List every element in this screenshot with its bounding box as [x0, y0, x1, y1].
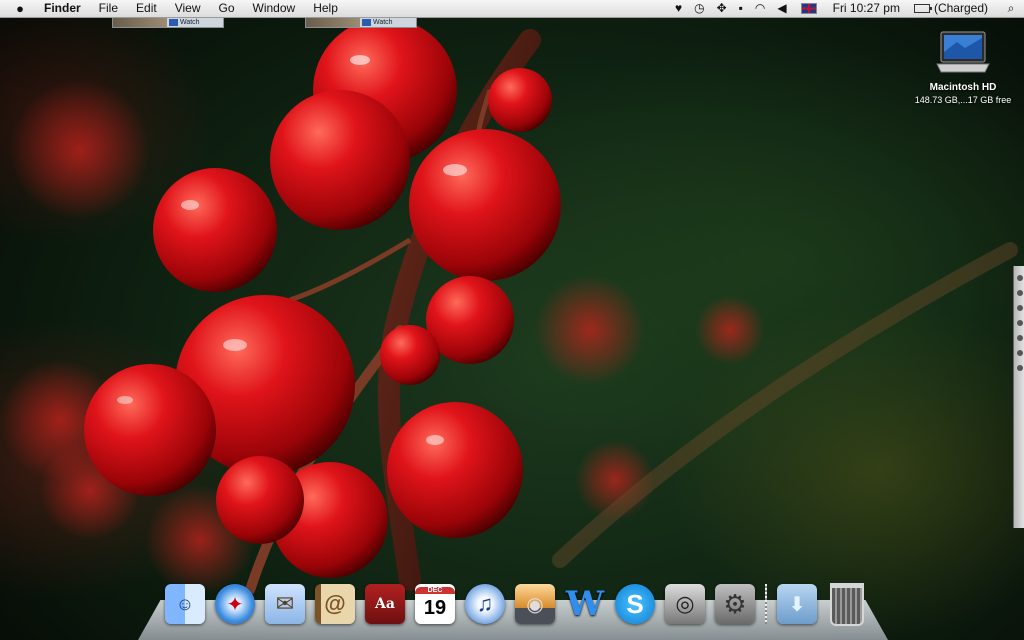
address-book-icon: @: [315, 584, 355, 624]
thumbnail-image: [113, 18, 167, 27]
camera-icon: ◎: [665, 584, 705, 624]
offscreen-panel[interactable]: [1013, 266, 1024, 528]
dock-iphoto[interactable]: ◉: [511, 580, 559, 628]
drive-info: 148.73 GB,...17 GB free: [914, 95, 1012, 105]
panel-dot: [1016, 275, 1023, 281]
window-thumbnail[interactable]: Watch: [112, 17, 224, 28]
ical-day: 19: [423, 596, 447, 619]
dock-mail[interactable]: ✉: [261, 580, 309, 628]
uk-flag-icon[interactable]: [800, 3, 817, 14]
thumbnail-label: Watch: [373, 19, 393, 26]
desktop: ● Finder File Edit View Go Window Help ♥…: [0, 0, 1024, 640]
menu-window[interactable]: Window: [244, 0, 305, 17]
itunes-icon: ♫: [465, 584, 505, 624]
apple-icon[interactable]: ●: [0, 0, 40, 17]
dock-address-book[interactable]: @: [311, 580, 359, 628]
menu-app-name[interactable]: Finder: [40, 0, 90, 17]
macintosh-hd-drive[interactable]: Macintosh HD 148.73 GB,...17 GB free: [908, 30, 1018, 105]
menu-clock[interactable]: Fri 10:27 pm: [825, 0, 908, 17]
trash-icon: [827, 582, 867, 626]
dock-downloads-stack[interactable]: ⬇: [773, 580, 821, 628]
mail-icon: ✉: [265, 584, 305, 624]
volume-icon[interactable]: ◀: [771, 0, 792, 17]
panel-dot: [1016, 350, 1023, 356]
dock-system-preferences[interactable]: ⚙: [711, 580, 759, 628]
menu-view[interactable]: View: [166, 0, 210, 17]
dock-trash[interactable]: [823, 580, 871, 628]
laptop-drive-icon: [935, 30, 991, 76]
window-thumbnail[interactable]: Watch: [305, 17, 417, 28]
battery-icon[interactable]: [913, 4, 932, 13]
drive-name: Macintosh HD: [929, 82, 997, 93]
downloads-folder-icon: ⬇: [777, 584, 817, 624]
finder-icon: ☺: [165, 584, 205, 624]
dock-safari[interactable]: ✦: [211, 580, 259, 628]
word-icon: W: [565, 584, 605, 624]
dock-separator[interactable]: [760, 584, 772, 628]
dock-skype[interactable]: S: [611, 580, 659, 628]
heart-icon[interactable]: ♥: [669, 0, 688, 17]
play-icon: [169, 19, 178, 26]
menu-go[interactable]: Go: [210, 0, 244, 17]
thumbnail-label: Watch: [180, 19, 200, 26]
script-icon[interactable]: ▪: [733, 0, 749, 17]
panel-dot: [1016, 320, 1023, 326]
dock-dictionary[interactable]: Aa: [361, 580, 409, 628]
dock-image-capture[interactable]: ◎: [661, 580, 709, 628]
panel-dot: [1016, 305, 1023, 311]
dock: ☺ ✦ ✉ @ Aa DEC 19 ♫ ◉ W S ◎ ⚙ ⬇: [160, 578, 872, 628]
menu-edit[interactable]: Edit: [127, 0, 166, 17]
skype-icon: S: [615, 584, 655, 624]
dock-ical[interactable]: DEC 19: [411, 580, 459, 628]
spaces-icon[interactable]: ✥: [711, 0, 733, 17]
wallpaper-cherries: [0, 18, 1018, 595]
iphoto-icon: ◉: [515, 584, 555, 624]
menu-bar: ● Finder File Edit View Go Window Help ♥…: [0, 0, 1024, 18]
safari-icon: ✦: [215, 584, 255, 624]
ical-icon: DEC 19: [415, 584, 455, 624]
menu-file[interactable]: File: [90, 0, 127, 17]
panel-dot: [1016, 335, 1023, 341]
dock-finder[interactable]: ☺: [161, 580, 209, 628]
thumbnail-image: [306, 18, 360, 27]
panel-dot: [1016, 290, 1023, 296]
dictionary-icon: Aa: [365, 584, 405, 624]
play-icon: [362, 19, 371, 26]
wifi-icon[interactable]: ◠: [749, 0, 771, 17]
dock-word[interactable]: W: [561, 580, 609, 628]
menu-help[interactable]: Help: [304, 0, 347, 17]
ical-month: DEC: [415, 586, 455, 594]
system-preferences-icon: ⚙: [715, 584, 755, 624]
trash-can-shape: [830, 582, 864, 626]
time-machine-icon[interactable]: ◷: [688, 0, 710, 17]
dock-itunes[interactable]: ♫: [461, 580, 509, 628]
spotlight-icon[interactable]: ⌕: [998, 0, 1024, 17]
panel-dot: [1016, 365, 1023, 371]
battery-status[interactable]: (Charged): [930, 0, 998, 17]
